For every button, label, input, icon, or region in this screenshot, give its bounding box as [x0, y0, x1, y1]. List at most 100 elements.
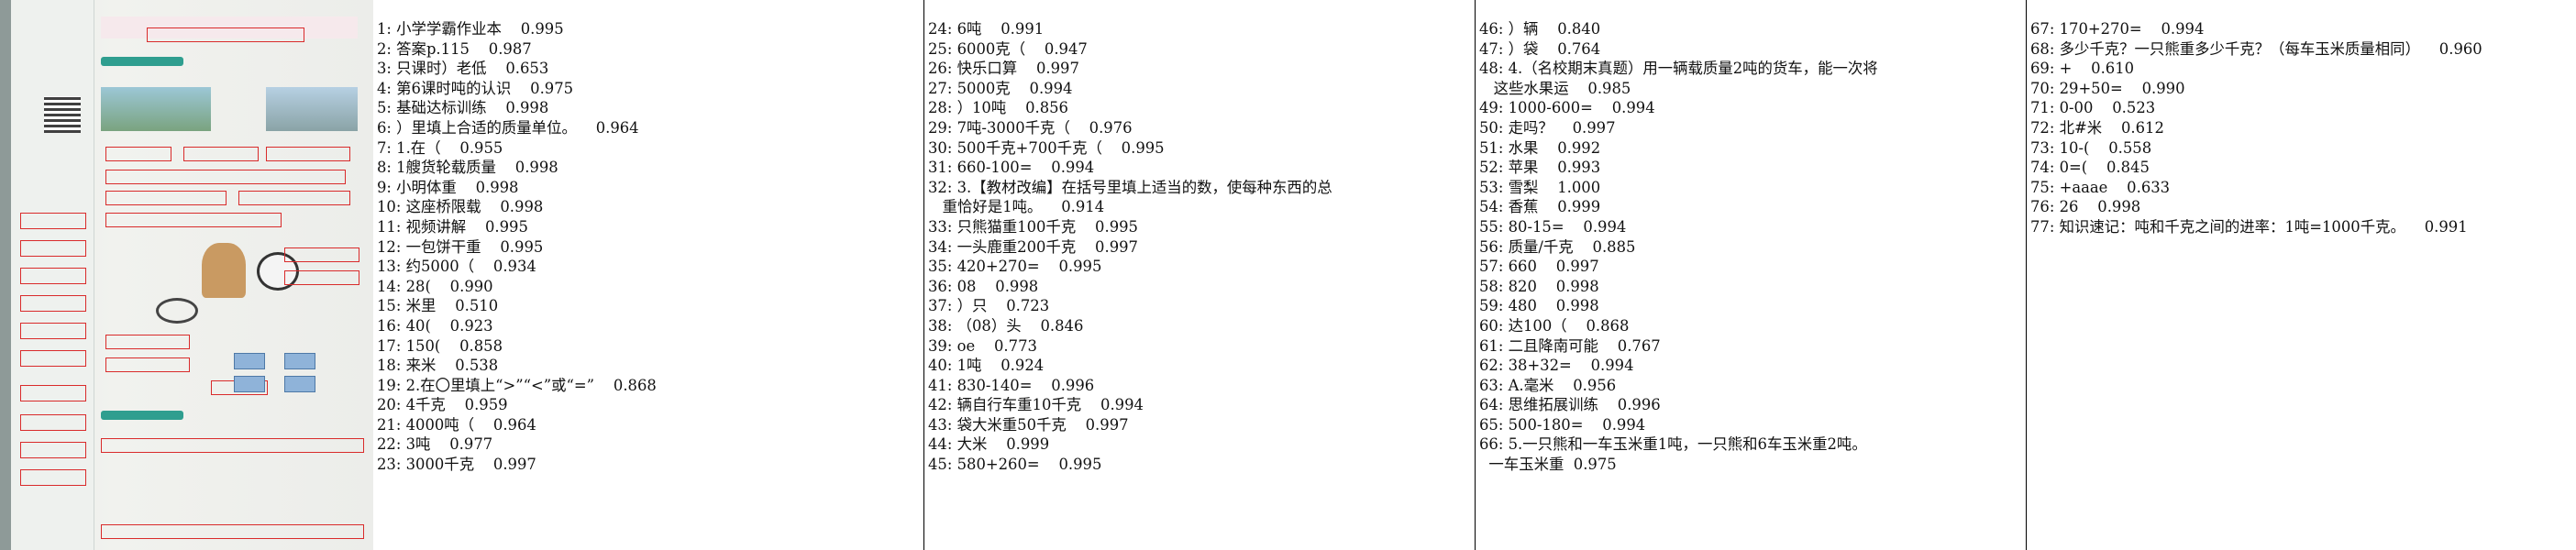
ocr-line: 46: ）辆 0.840	[1479, 20, 1601, 38]
ocr-line: 25: 6000克（ 0.947	[928, 39, 1088, 58]
ocr-line: 23: 3000千克 0.997	[377, 456, 536, 474]
ocr-line: 49: 1000-600= 0.994	[1479, 99, 1655, 117]
ocr-box	[20, 442, 86, 458]
ocr-line: 19: 2.在〇里填上“>”“<”或“=” 0.868	[377, 376, 657, 394]
ocr-box	[20, 469, 86, 486]
ocr-line: 62: 38+32= 0.994	[1479, 357, 1634, 375]
ocr-line: 61: 二且降南可能 0.767	[1479, 336, 1661, 355]
ocr-box	[105, 213, 282, 227]
ocr-line: 5: 基础达标训练 0.998	[377, 99, 549, 117]
ocr-line: 68: 多少千克？一只熊重多少千克？（每车玉米质量相同） 0.960	[2030, 39, 2482, 58]
ocr-box	[284, 270, 359, 285]
ocr-box	[20, 240, 86, 257]
ocr-line: 48: 4.（名校期末真题）用一辆载质量2吨的货车，能一次将	[1479, 60, 1878, 78]
ocr-line: 15: 米里 0.510	[377, 297, 499, 315]
ocr-line: 33: 只熊猫重100千克 0.995	[928, 217, 1138, 236]
ocr-box	[20, 350, 86, 367]
ocr-box	[105, 358, 190, 372]
ocr-line: 41: 830-140= 0.996	[928, 376, 1095, 394]
ocr-line: 53: 雪梨 1.000	[1479, 178, 1601, 196]
ocr-box	[105, 147, 171, 161]
ocr-line: 32: 3.【教材改编】在括号里填上适当的数，使每种东西的总	[928, 178, 1332, 196]
bridge-illustration	[101, 87, 211, 131]
ocr-box	[20, 295, 86, 312]
ocr-line: 34: 一头鹿重200千克 0.997	[928, 237, 1138, 256]
ocr-line: 29: 7吨-3000千克（ 0.976	[928, 118, 1133, 137]
qr-code	[44, 96, 81, 133]
ocr-box	[20, 323, 86, 339]
ocr-line: 20: 4千克 0.959	[377, 396, 508, 414]
ocr-line: 6: ）里填上合适的质量单位。 0.964	[377, 118, 639, 137]
ocr-line: 24: 6吨 0.991	[928, 20, 1045, 38]
ocr-line: 52: 苹果 0.993	[1479, 159, 1601, 177]
deer-illustration	[202, 243, 246, 298]
ocr-line: 11: 视频讲解 0.995	[377, 217, 528, 236]
ocr-line: 44: 大米 0.999	[928, 435, 1050, 454]
ocr-line: 13: 约5000（ 0.934	[377, 258, 536, 276]
ocr-line: 28: ）10吨 0.856	[928, 99, 1068, 117]
ocr-box	[20, 414, 86, 431]
ocr-line: 58: 820 0.998	[1479, 277, 1599, 295]
ocr-box	[20, 213, 86, 229]
answer-tile	[284, 376, 315, 392]
ocr-box	[20, 268, 86, 284]
ocr-box	[238, 191, 350, 205]
ocr-line: 71: 0-00 0.523	[2030, 99, 2156, 117]
ocr-line: 43: 袋大米重50千克 0.997	[928, 415, 1129, 434]
ocr-box	[105, 191, 227, 205]
ocr-line: 35: 420+270= 0.995	[928, 258, 1102, 276]
ocr-line: 76: 26 0.998	[2030, 198, 2141, 216]
ocr-line: 3: 只课时）老低 0.653	[377, 60, 549, 78]
ocr-line: 10: 这座桥限载 0.998	[377, 198, 544, 216]
ocr-line: 39: oe 0.773	[928, 336, 1037, 355]
ocr-line: 54: 香蕉 0.999	[1479, 198, 1601, 216]
ocr-line: 这些水果运 0.985	[1479, 79, 1631, 97]
ocr-line: 31: 660-100= 0.994	[928, 159, 1095, 177]
ocr-line: 9: 小明体重 0.998	[377, 178, 519, 196]
answer-tile	[234, 376, 265, 392]
ocr-column-2: 24: 6吨 0.991 25: 6000克（ 0.947 26: 快乐口算 0…	[924, 0, 1475, 550]
ocr-line: 7: 1.在（ 0.955	[377, 138, 503, 157]
answer-tile	[234, 353, 265, 369]
ocr-line: 65: 500-180= 0.994	[1479, 415, 1646, 434]
ocr-line: 8: 1艘货轮载质量 0.998	[377, 159, 558, 177]
ocr-line: 21: 4000吨（ 0.964	[377, 415, 536, 434]
ocr-line: 69: + 0.610	[2030, 60, 2135, 78]
ocr-line: 1: 小学学霸作业本 0.995	[377, 20, 564, 38]
ocr-box	[101, 524, 364, 539]
ocr-column-3: 46: ）辆 0.840 47: ）袋 0.764 48: 4.（名校期末真题）…	[1476, 0, 2026, 550]
ocr-line: 73: 10-( 0.558	[2030, 138, 2152, 157]
ocr-box	[266, 147, 350, 161]
ocr-line: 57: 660 0.997	[1479, 258, 1599, 276]
ocr-line: 67: 170+270= 0.994	[2030, 20, 2205, 38]
ocr-box	[20, 385, 86, 402]
ocr-line: 12: 一包饼干重 0.995	[377, 237, 544, 256]
book-spine	[0, 0, 11, 550]
ocr-line: 63: A.毫米 0.956	[1479, 376, 1617, 394]
ocr-line: 18: 来米 0.538	[377, 357, 499, 375]
ocr-line: 30: 500千克+700千克（ 0.995	[928, 138, 1165, 157]
ocr-line: 38: （08）头 0.846	[928, 316, 1084, 335]
ocr-line: 重恰好是1吨。 0.914	[928, 198, 1105, 216]
ocr-line: 64: 思维拓展训练 0.996	[1479, 396, 1661, 414]
ocr-line: 16: 40( 0.923	[377, 316, 493, 335]
ocr-line: 2: 答案p.115 0.987	[377, 39, 532, 58]
ocr-line: 60: 达100（ 0.868	[1479, 316, 1630, 335]
ocr-line: 27: 5000克 0.994	[928, 79, 1073, 97]
workbook-photo	[0, 0, 373, 550]
ocr-line: 22: 3吨 0.977	[377, 435, 493, 454]
ocr-line: 40: 1吨 0.924	[928, 357, 1045, 375]
section-banner	[101, 57, 183, 66]
section-banner	[101, 411, 183, 420]
ocr-line: 一车玉米重 0.975	[1479, 456, 1617, 474]
ocr-line: 74: 0=( 0.845	[2030, 159, 2150, 177]
ocr-column-1: 1: 小学学霸作业本 0.995 2: 答案p.115 0.987 3: 只课时…	[373, 0, 923, 550]
ocr-line: 4: 第6课时吨的认识 0.975	[377, 79, 574, 97]
ocr-box	[101, 438, 364, 453]
ocr-column-4: 67: 170+270= 0.994 68: 多少千克？一只熊重多少千克？（每车…	[2027, 0, 2576, 550]
ocr-box	[284, 248, 359, 262]
ocr-line: 47: ）袋 0.764	[1479, 39, 1601, 58]
ocr-line: 70: 29+50= 0.990	[2030, 79, 2185, 97]
ocr-line: 17: 150( 0.858	[377, 336, 503, 355]
ocr-line: 37: ）只 0.723	[928, 297, 1050, 315]
